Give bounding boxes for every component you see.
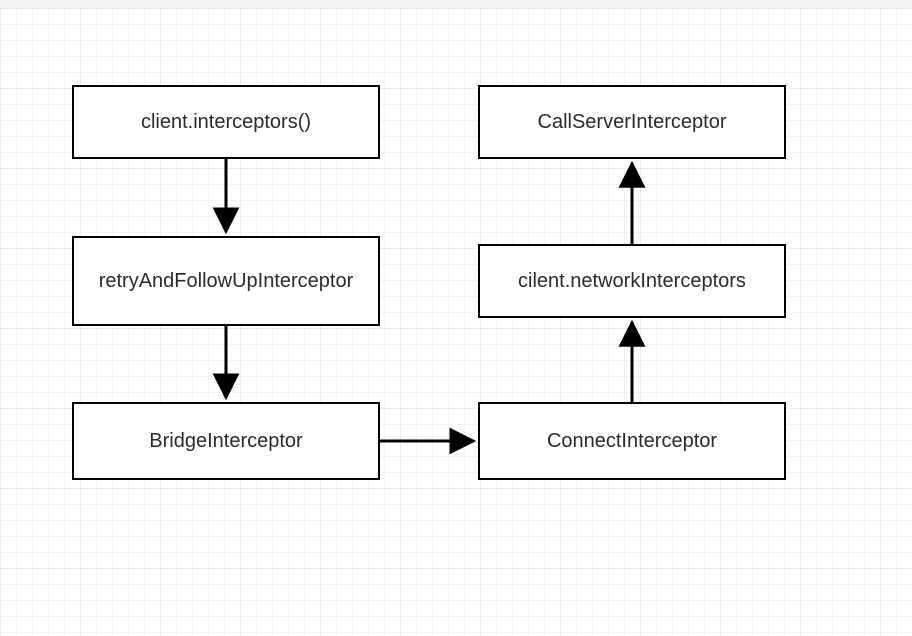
node-retry-followup-interceptor: retryAndFollowUpInterceptor: [72, 236, 380, 326]
node-label: ConnectInterceptor: [547, 428, 717, 455]
node-bridge-interceptor: BridgeInterceptor: [72, 402, 380, 480]
node-client-interceptors: client.interceptors(): [72, 85, 380, 159]
node-label: CallServerInterceptor: [538, 109, 727, 136]
diagram-canvas: client.interceptors() retryAndFollowUpIn…: [0, 0, 912, 636]
node-label: cilent.networkInterceptors: [518, 268, 746, 295]
node-label: retryAndFollowUpInterceptor: [99, 268, 354, 295]
node-connect-interceptor: ConnectInterceptor: [478, 402, 786, 480]
node-label: BridgeInterceptor: [149, 428, 302, 455]
node-client-network-interceptors: cilent.networkInterceptors: [478, 244, 786, 318]
node-call-server-interceptor: CallServerInterceptor: [478, 85, 786, 159]
node-label: client.interceptors(): [141, 109, 311, 136]
